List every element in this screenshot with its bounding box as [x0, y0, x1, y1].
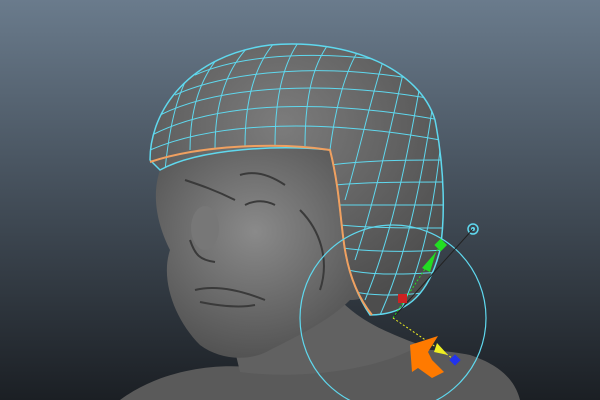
3d-viewport[interactable] [0, 0, 600, 400]
scale-handle-x-icon[interactable] [398, 294, 407, 303]
nose [191, 206, 219, 250]
viewport-canvas[interactable] [0, 0, 600, 400]
